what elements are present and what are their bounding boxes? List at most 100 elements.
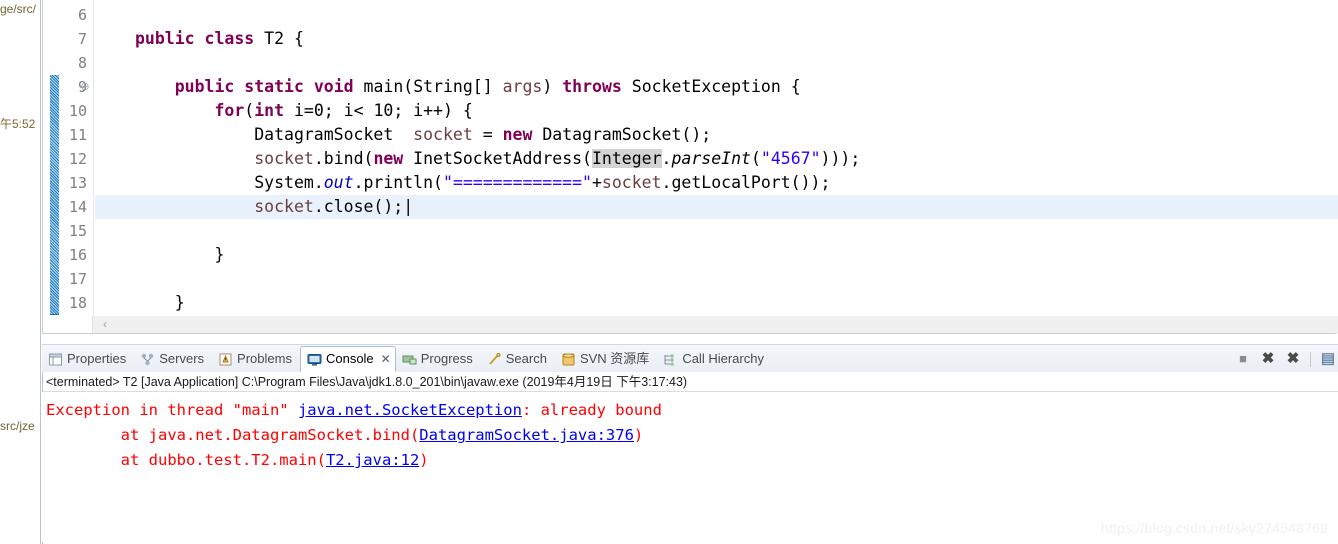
watermark: https://blog.csdn.net/sky274548769 (1100, 520, 1328, 536)
view-tab-bar[interactable]: Properties Servers Problems Console ✕ Progres… (42, 344, 1338, 372)
properties-icon (48, 352, 63, 367)
tab-search[interactable]: Search (481, 346, 555, 372)
editor-body[interactable]: 6789⊖10111213141516171819 public class T… (43, 0, 1338, 315)
code-token: DatagramSocket(); (532, 125, 712, 144)
code-line[interactable]: DatagramSocket socket = new DatagramSock… (95, 123, 1338, 147)
code-line[interactable]: } (95, 291, 1338, 315)
code-token: ( (750, 149, 761, 168)
terminate-button[interactable]: ■ (1235, 351, 1251, 367)
console-panel: Properties Servers Problems Console ✕ Progres… (42, 344, 1338, 544)
tab-servers[interactable]: Servers (134, 346, 212, 372)
progress-icon (402, 352, 417, 367)
problems-icon (218, 352, 233, 367)
code-line[interactable]: for(int i=0; i< 10; i++) { (95, 99, 1338, 123)
code-token: int (254, 101, 285, 120)
terminated-process-label: <terminated> T2 [Java Application] C:\Pr… (42, 372, 1338, 392)
tab-close-icon[interactable]: ✕ (381, 352, 391, 366)
line-number: 18 (68, 294, 87, 312)
call-hierarchy-icon (663, 352, 678, 367)
line-number: 14 (68, 198, 87, 216)
code-token: new (502, 125, 533, 144)
console-icon (307, 352, 322, 367)
code-token: InetSocketAddress( (403, 149, 592, 168)
tab-label: Search (505, 351, 547, 366)
servers-icon (140, 352, 155, 367)
code-token: socket (254, 197, 314, 216)
code-token: SocketException { (621, 77, 801, 96)
line-number: 12 (68, 150, 87, 168)
open-console-button[interactable]: ▤ (1320, 351, 1336, 367)
tab-label: SVN 资源库 (579, 351, 650, 366)
tab-properties[interactable]: Properties (42, 346, 134, 372)
code-token: args (502, 77, 543, 96)
editor-horizontal-scrollbar[interactable]: ‹ (43, 315, 1338, 333)
stacktrace-link[interactable]: T2.java:12 (326, 451, 419, 469)
code-token: parseInt (671, 149, 751, 168)
tab-progress[interactable]: Progress (396, 346, 481, 372)
code-token: . (661, 149, 672, 168)
stacktrace-link[interactable]: java.net.SocketException (298, 401, 522, 419)
console-toolbar[interactable]: ■ ✖ ✖ ▤ (1235, 345, 1338, 373)
code-token: public (174, 77, 235, 96)
tab-console[interactable]: Console ✕ (299, 346, 396, 372)
code-token: out (323, 173, 354, 192)
line-number-gutter[interactable]: 6789⊖10111213141516171819 (43, 0, 93, 315)
code-line[interactable]: System.out.println("============="+socke… (95, 171, 1338, 195)
adjacent-view-strip: ge/src/ 午5:52 src/jze (0, 0, 41, 544)
line-number: 8 (77, 54, 87, 72)
console-text: ) (419, 451, 429, 469)
line-number: 11 (68, 126, 87, 144)
code-token: ))); (820, 149, 861, 168)
code-token: public (135, 29, 195, 48)
remove-launch-button[interactable]: ✖ (1260, 351, 1276, 367)
code-line[interactable] (95, 51, 1338, 75)
code-token: + (591, 173, 602, 192)
console-text: at java.net.DatagramSocket.bind( (46, 426, 420, 444)
eclipse-ide-window: ge/src/ 午5:52 src/jze 6 7 8 9 ⊖ 10 11 12 13 14 15 1… (0, 0, 1338, 544)
code-line[interactable]: public class T2 { (95, 27, 1338, 51)
code-line[interactable]: socket.bind(new InetSocketAddress(Intege… (95, 147, 1338, 171)
tab-label: Problems (237, 351, 292, 366)
scrollbar-left-cap (43, 316, 93, 333)
java-editor[interactable]: 6789⊖10111213141516171819 public class T… (42, 0, 1338, 334)
stacktrace-link[interactable]: DatagramSocket.java:376 (419, 426, 634, 444)
code-token: .bind( (313, 149, 374, 168)
line-number: 15 (68, 222, 87, 240)
fold-collapse-icon[interactable]: ⊖ (79, 75, 91, 99)
tab-label: Servers (159, 351, 205, 366)
code-token: i=0; i< 10; i++) { (284, 101, 473, 120)
text-caret: | (403, 197, 414, 216)
code-token: ) (542, 77, 563, 96)
code-token: main(String[] (353, 77, 503, 96)
search-icon (487, 352, 502, 367)
code-token: throws (562, 77, 622, 96)
toolbar-separator (1310, 351, 1311, 367)
svn-repository-icon (561, 352, 576, 367)
code-token: .getLocalPort()); (661, 173, 831, 192)
code-line[interactable] (95, 267, 1338, 291)
tab-call-hierarchy[interactable]: Call Hierarchy (657, 346, 772, 372)
tab-problems[interactable]: Problems (212, 346, 300, 372)
code-token: for (214, 101, 245, 120)
code-line[interactable] (95, 219, 1338, 243)
code-token: void (313, 77, 354, 96)
line-number: 13 (68, 174, 87, 192)
code-token: new (373, 149, 404, 168)
code-line[interactable]: } (95, 243, 1338, 267)
console-output-line: Exception in thread "main" java.net.Sock… (46, 398, 1338, 423)
code-text-area[interactable]: public class T2 { public static void mai… (95, 0, 1338, 315)
remove-all-launches-button[interactable]: ✖ (1285, 351, 1301, 367)
code-line[interactable] (95, 3, 1338, 27)
code-line[interactable]: public static void main(String[] args) t… (95, 75, 1338, 99)
tab-svn[interactable]: SVN 资源库 (555, 346, 657, 372)
code-line[interactable]: socket.close();| (95, 195, 1338, 219)
scroll-left-arrow-icon[interactable]: ‹ (97, 316, 113, 333)
code-token: System. (135, 173, 324, 192)
code-token: } (135, 293, 185, 312)
code-token: static (244, 77, 304, 96)
code-token: ( (244, 101, 255, 120)
